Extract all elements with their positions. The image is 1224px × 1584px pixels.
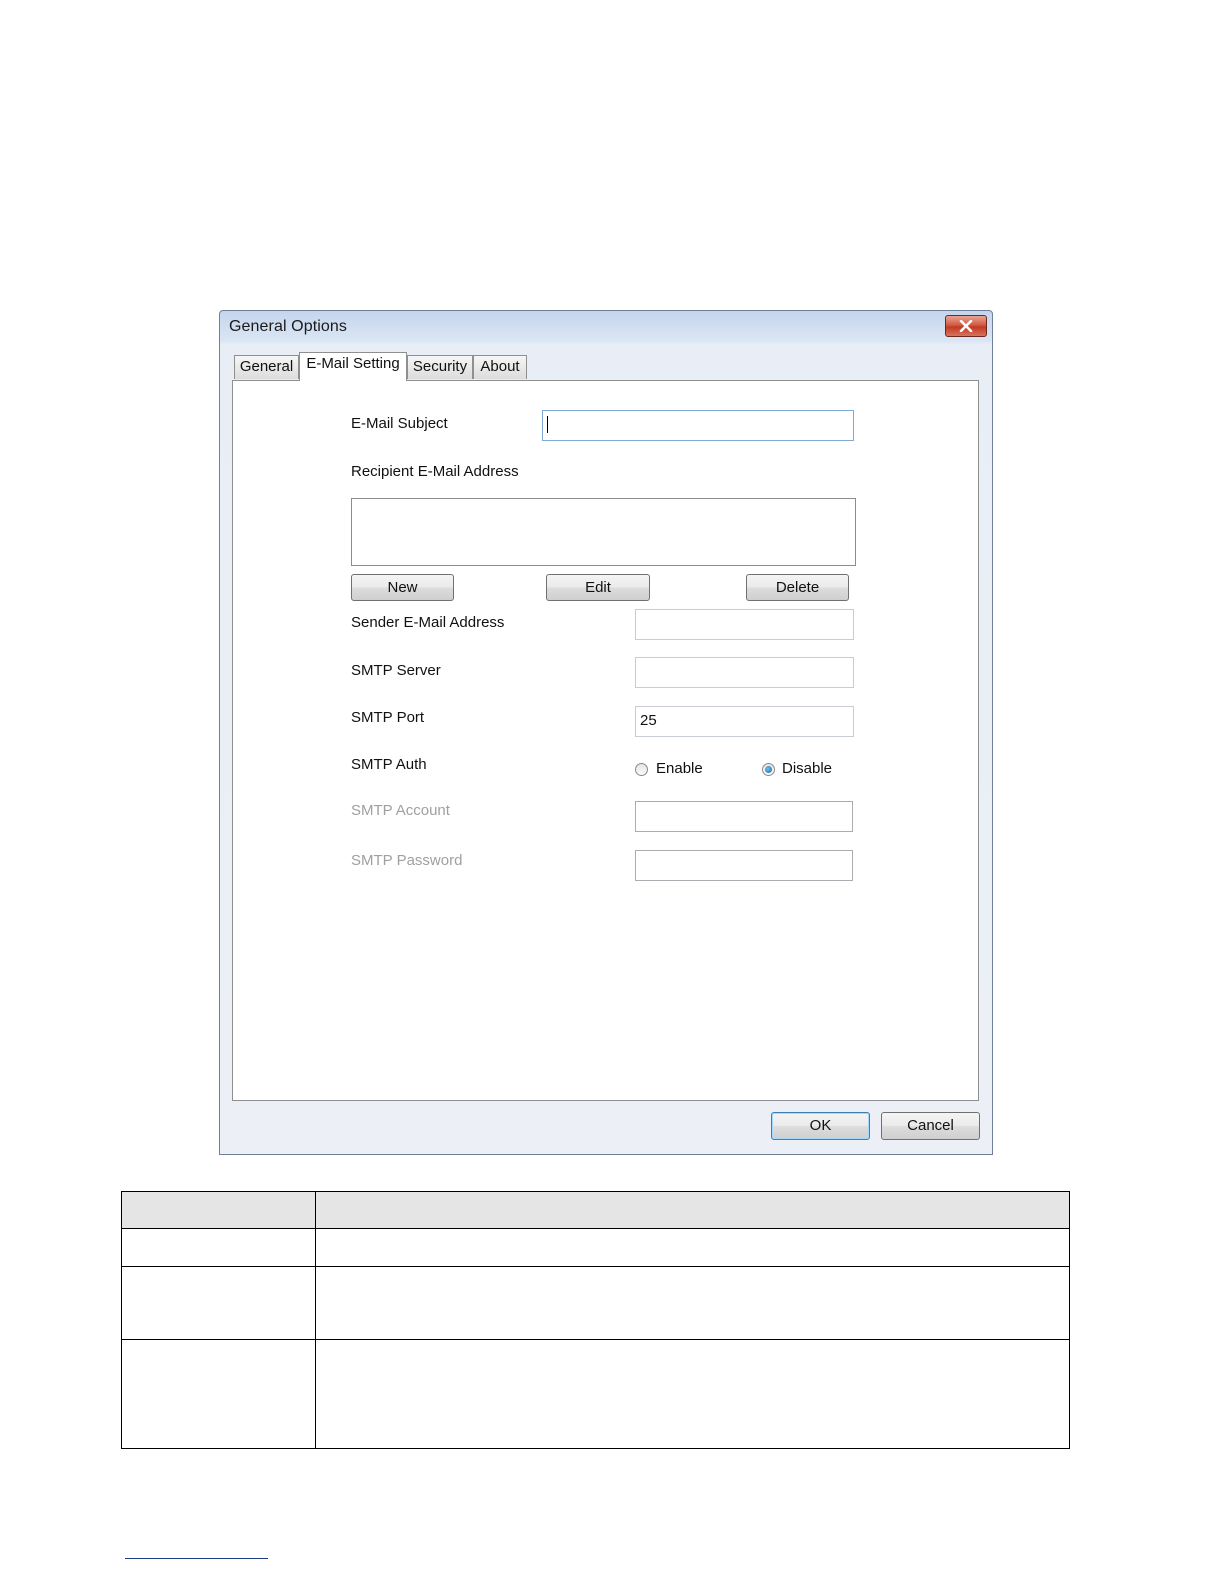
recipient-label: Recipient E-Mail Address: [351, 463, 519, 480]
tab-email-setting[interactable]: E-Mail Setting: [299, 352, 407, 381]
table-cell: [121, 1228, 316, 1267]
header-cell: [121, 1191, 316, 1229]
dialog-title: General Options: [229, 318, 348, 335]
smtp-account-input[interactable]: [635, 801, 853, 832]
email-subject-input[interactable]: [542, 410, 854, 441]
sender-label: Sender E-Mail Address: [351, 614, 505, 631]
tab-security[interactable]: Security: [407, 355, 473, 379]
smtp-password-input[interactable]: [635, 850, 853, 881]
table-row: [121, 1228, 1070, 1267]
ok-button[interactable]: OK: [771, 1112, 870, 1140]
enable-radio-label[interactable]: Enable: [656, 760, 703, 777]
smtp-password-label: SMTP Password: [351, 852, 463, 869]
text-caret: [547, 416, 548, 433]
smtp-server-input[interactable]: [635, 657, 854, 688]
title-bar[interactable]: General Options: [220, 311, 992, 343]
table-cell: [121, 1339, 316, 1449]
delete-button[interactable]: Delete: [746, 574, 849, 601]
new-button[interactable]: New: [351, 574, 454, 601]
table-row: [121, 1339, 1070, 1449]
tab-general[interactable]: General: [234, 355, 299, 379]
close-icon: [959, 320, 973, 332]
footer-link-underline: [125, 1558, 268, 1559]
smtp-account-label: SMTP Account: [351, 802, 450, 819]
table-cell: [315, 1228, 1070, 1267]
smtp-server-label: SMTP Server: [351, 662, 441, 679]
recipient-list[interactable]: [351, 498, 856, 566]
table-cell: [315, 1266, 1070, 1340]
enable-radio[interactable]: [635, 763, 648, 776]
table-cell: [121, 1266, 316, 1340]
general-options-dialog: General Options General E-Mail Setting S…: [219, 310, 993, 1155]
close-button[interactable]: [945, 315, 987, 337]
smtp-port-input[interactable]: 25: [635, 706, 854, 737]
tab-about[interactable]: About: [473, 355, 527, 379]
table-row: [121, 1266, 1070, 1340]
smtp-auth-label: SMTP Auth: [351, 756, 427, 773]
email-setting-panel: E-Mail Subject Recipient E-Mail Address …: [232, 380, 979, 1101]
description-table: [121, 1191, 1070, 1449]
table-header-row: [121, 1191, 1070, 1229]
table-cell: [315, 1339, 1070, 1449]
edit-button[interactable]: Edit: [546, 574, 650, 601]
sender-email-input[interactable]: [635, 609, 854, 640]
disable-radio[interactable]: [762, 763, 775, 776]
smtp-port-label: SMTP Port: [351, 709, 425, 726]
header-cell: [315, 1191, 1070, 1229]
disable-radio-label[interactable]: Disable: [782, 760, 832, 777]
cancel-button[interactable]: Cancel: [881, 1112, 980, 1140]
email-subject-label: E-Mail Subject: [351, 415, 448, 432]
